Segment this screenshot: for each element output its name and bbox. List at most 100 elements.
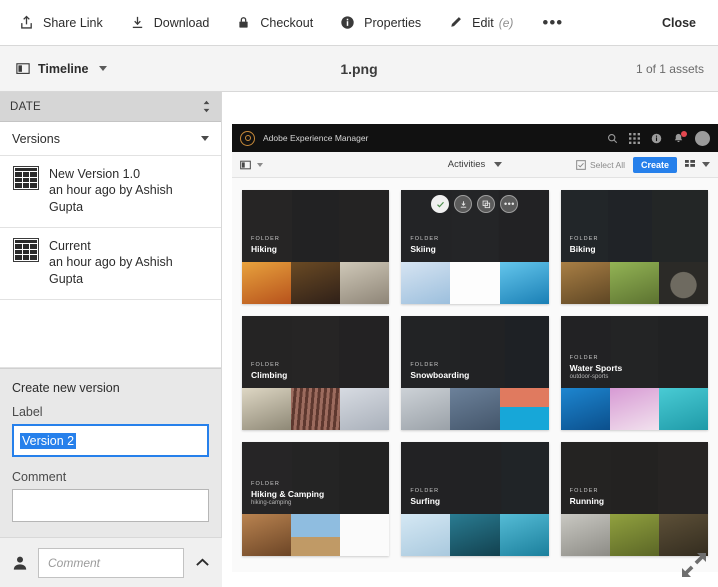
info-icon (339, 14, 356, 31)
asset-card[interactable]: FOLDER Surfing (401, 442, 548, 556)
card-kind: FOLDER (570, 355, 623, 361)
chevron-down-icon (201, 136, 209, 141)
card-thumbnail: FOLDER Running (561, 442, 708, 514)
card-strip (561, 262, 708, 304)
card-kind: FOLDER (570, 488, 604, 494)
card-name: Snowboarding (410, 370, 469, 380)
search-icon[interactable] (607, 133, 618, 144)
rail-toggle-button[interactable] (240, 160, 263, 170)
select-all-button[interactable]: Select All (576, 160, 625, 170)
version-meta: an hour ago by Ashish Gupta (49, 254, 209, 288)
checkout-label: Checkout (260, 16, 313, 30)
card-kind: FOLDER (251, 236, 280, 242)
label-input[interactable]: Version 2 (12, 424, 209, 457)
properties-button[interactable]: Properties (326, 0, 434, 46)
pencil-icon (447, 14, 464, 31)
card-thumbnail: FOLDER Biking (561, 190, 708, 262)
version-thumbnail-icon (13, 166, 39, 190)
asset-card[interactable]: ••• FOLDER Skiing (401, 190, 548, 304)
apps-grid-icon[interactable] (629, 133, 640, 144)
share-icon (18, 14, 35, 31)
checkout-button[interactable]: Checkout (222, 0, 326, 46)
card-strip (242, 514, 389, 556)
sort-icon (202, 100, 211, 113)
asset-card[interactable]: FOLDER Hiking & Camping hiking-camping (242, 442, 389, 556)
select-all-label: Select All (590, 160, 625, 170)
chevron-down-icon (702, 162, 710, 167)
card-strip (401, 262, 548, 304)
edit-button[interactable]: Edit (e) (434, 0, 526, 46)
aem-toolbar: Activities Select All Create (232, 152, 718, 178)
versions-filter-value: Versions (12, 132, 60, 146)
download-icon[interactable] (454, 195, 472, 213)
card-name: Hiking & Camping (251, 489, 324, 499)
aem-header: Adobe Experience Manager (232, 124, 718, 152)
view-switcher-button[interactable] (685, 160, 710, 170)
asset-card[interactable]: FOLDER Water Sports outdoor-sports (561, 316, 708, 430)
card-name: Skiing (410, 244, 439, 254)
card-kind: FOLDER (410, 362, 469, 368)
chevron-down-icon (494, 162, 502, 167)
asset-title: 1.png (0, 61, 718, 77)
download-icon (129, 14, 146, 31)
card-thumbnail: FOLDER Hiking & Camping hiking-camping (242, 442, 389, 514)
version-list-item[interactable]: New Version 1.0 an hour ago by Ashish Gu… (0, 156, 221, 228)
aem-create-button[interactable]: Create (633, 157, 677, 173)
versions-filter-select[interactable]: Versions (0, 122, 221, 156)
properties-label: Properties (364, 16, 421, 30)
asset-image-1png[interactable]: Adobe Experience Manager (232, 124, 718, 572)
card-thumbnail: FOLDER Surfing (401, 442, 548, 514)
date-sort-header[interactable]: DATE (0, 92, 221, 122)
comment-field-label: Comment (12, 470, 209, 484)
card-subtitle: outdoor-sports (570, 374, 623, 380)
version-list-item[interactable]: Current an hour ago by Ashish Gupta (0, 228, 221, 300)
card-name: Biking (570, 244, 599, 254)
resize-diagonal-icon[interactable] (680, 551, 708, 579)
user-avatar-icon (10, 553, 30, 573)
version-thumbnail-icon (13, 238, 39, 262)
label-field-label: Label (12, 405, 209, 419)
version-title: Current (49, 238, 209, 254)
download-button[interactable]: Download (116, 0, 223, 46)
asset-card[interactable]: FOLDER Climbing (242, 316, 389, 430)
card-strip (401, 388, 548, 430)
more-icon[interactable]: ••• (500, 195, 518, 213)
help-icon[interactable] (651, 133, 662, 144)
card-kind: FOLDER (251, 362, 287, 368)
card-thumbnail: ••• FOLDER Skiing (401, 190, 548, 262)
card-thumbnail: FOLDER Water Sports outdoor-sports (561, 316, 708, 388)
version-title: New Version 1.0 (49, 166, 209, 182)
avatar-icon[interactable] (695, 131, 710, 146)
chevron-down-icon (99, 66, 107, 71)
timeline-selector[interactable]: Timeline (0, 60, 107, 77)
label-input-value: Version 2 (20, 433, 76, 449)
share-link-button[interactable]: Share Link (0, 0, 116, 46)
copy-icon[interactable] (477, 195, 495, 213)
card-thumbnail: FOLDER Hiking (242, 190, 389, 262)
date-header-label: DATE (10, 101, 41, 113)
timeline-label: Timeline (38, 62, 88, 76)
card-name: Surfing (410, 496, 440, 506)
more-options-button[interactable]: ••• (526, 19, 579, 27)
card-strip (401, 514, 548, 556)
expand-comment-button[interactable] (192, 553, 212, 573)
bell-icon[interactable] (673, 133, 684, 144)
asset-card[interactable]: FOLDER Hiking (242, 190, 389, 304)
activities-label: Activities (448, 159, 485, 170)
card-kind: FOLDER (251, 481, 324, 487)
card-name: Hiking (251, 244, 280, 254)
version-meta: an hour ago by Ashish Gupta (49, 182, 209, 216)
asset-card[interactable]: FOLDER Running (561, 442, 708, 556)
card-name: Water Sports (570, 363, 623, 373)
asset-card[interactable]: FOLDER Snowboarding (401, 316, 548, 430)
card-strip (242, 388, 389, 430)
card-name: Climbing (251, 370, 287, 380)
comment-input[interactable]: Comment (38, 548, 184, 578)
card-thumbnail: FOLDER Climbing (242, 316, 389, 388)
close-button[interactable]: Close (662, 16, 718, 30)
check-icon[interactable] (431, 195, 449, 213)
rail-empty-space (0, 300, 221, 368)
card-thumbnail: FOLDER Snowboarding (401, 316, 548, 388)
comment-textarea[interactable] (12, 489, 209, 522)
asset-card[interactable]: FOLDER Biking (561, 190, 708, 304)
